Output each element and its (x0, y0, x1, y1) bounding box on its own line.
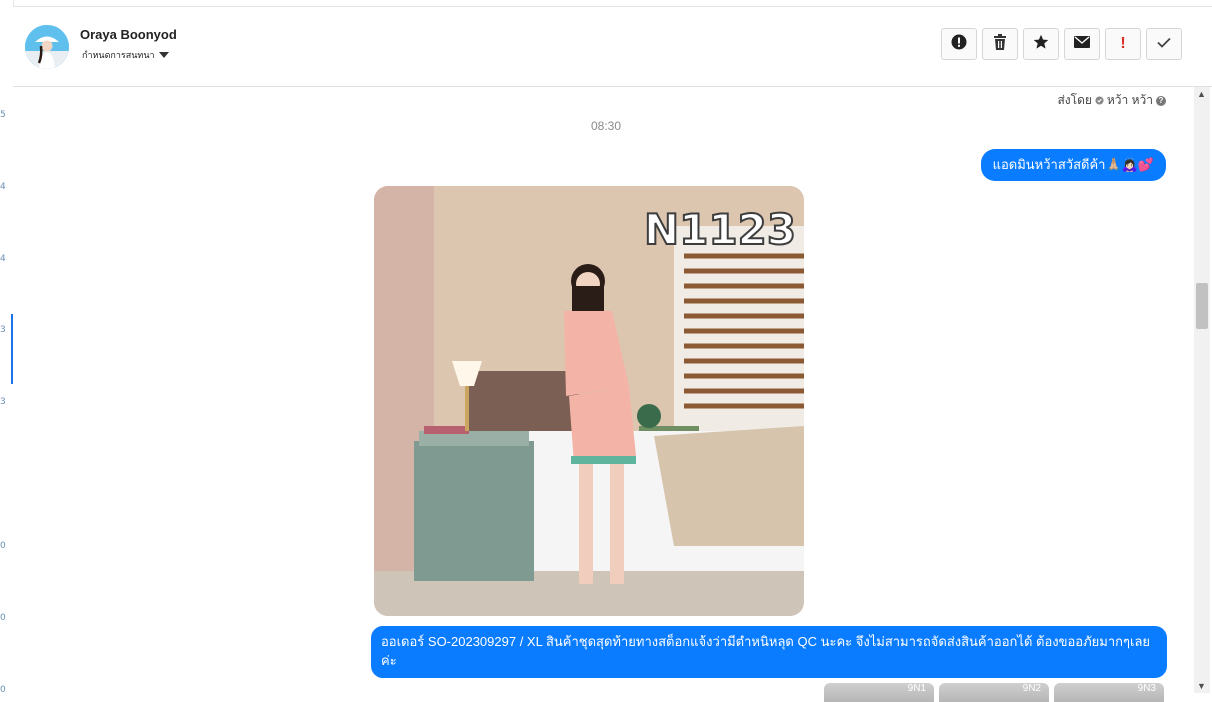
left-panel-mark: 4 (0, 254, 6, 264)
mail-icon (1074, 35, 1090, 53)
alert-circle-icon (951, 34, 967, 55)
scrollbar-thumb[interactable] (1196, 283, 1208, 329)
image-product-code: N1123 (644, 205, 796, 254)
left-panel-mark: 5 (0, 110, 6, 120)
verified-icon (1095, 94, 1104, 108)
image-thumbnail-row: 9N1 9N2 9N3 (824, 683, 1164, 702)
left-panel-mark: 4 (0, 182, 6, 192)
message-thread[interactable]: ส่งโดย หว้า หว้า ? 08:30 แอดมินหว้าสวัสด… (13, 87, 1194, 702)
thumbnail-label: 9N1 (907, 683, 926, 694)
report-spam-button[interactable] (941, 28, 977, 60)
message-bubble-greeting[interactable]: แอดมินหว้าสวัสดีค้า🙏🏼🙇🏻‍♀️💕 (980, 149, 1166, 181)
caret-down-icon (158, 50, 169, 60)
image-thumbnail[interactable]: 9N1 (824, 683, 934, 702)
check-icon (1157, 35, 1171, 53)
avatar[interactable] (25, 25, 69, 69)
left-panel-mark: 3 (0, 325, 6, 335)
left-panel-mark: 0 (0, 685, 6, 695)
left-panel-edge: 5 4 4 3 3 0 0 0 (0, 0, 14, 702)
mark-done-button[interactable] (1146, 28, 1182, 60)
left-panel-mark: 3 (0, 397, 6, 407)
message-bubble-order-notice[interactable]: ออเดอร์ SO-202309297 / XL สินค้าชุดสุดท้… (371, 626, 1167, 678)
image-thumbnail[interactable]: 9N3 (1054, 683, 1164, 702)
help-icon[interactable]: ? (1156, 95, 1166, 106)
star-icon (1033, 34, 1049, 55)
thumbnail-label: 9N2 (1022, 683, 1041, 694)
chat-scrollbar[interactable]: ▲ ▼ (1194, 87, 1210, 693)
conversation-schedule-dropdown[interactable]: กำหนดการสนทนา (82, 48, 169, 62)
left-panel-mark: 0 (0, 541, 6, 551)
mark-important-button[interactable]: ! (1105, 28, 1141, 60)
message-image[interactable]: N1123 (374, 186, 804, 616)
star-button[interactable] (1023, 28, 1059, 60)
exclamation-icon: ! (1120, 35, 1126, 52)
scroll-up-arrow-icon[interactable]: ▲ (1197, 89, 1206, 99)
header-actions: ! (941, 28, 1182, 60)
sent-by-label: ส่งโดย (1057, 93, 1092, 107)
conversation-header: Oraya Boonyod กำหนดการสนทนา ! (13, 7, 1212, 87)
sent-by-info: ส่งโดย หว้า หว้า ? (1057, 91, 1166, 110)
trash-icon (993, 33, 1007, 55)
scroll-down-arrow-icon[interactable]: ▼ (1197, 681, 1206, 691)
conversation-schedule-label: กำหนดการสนทนา (82, 50, 155, 60)
message-timestamp: 08:30 (591, 119, 622, 133)
contact-name[interactable]: Oraya Boonyod (80, 27, 177, 42)
sent-by-name: หว้า หว้า (1106, 93, 1153, 107)
mark-unread-button[interactable] (1064, 28, 1100, 60)
image-thumbnail[interactable]: 9N2 (939, 683, 1049, 702)
left-panel-mark: 0 (0, 613, 6, 623)
delete-button[interactable] (982, 28, 1018, 60)
thumbnail-label: 9N3 (1137, 683, 1156, 694)
